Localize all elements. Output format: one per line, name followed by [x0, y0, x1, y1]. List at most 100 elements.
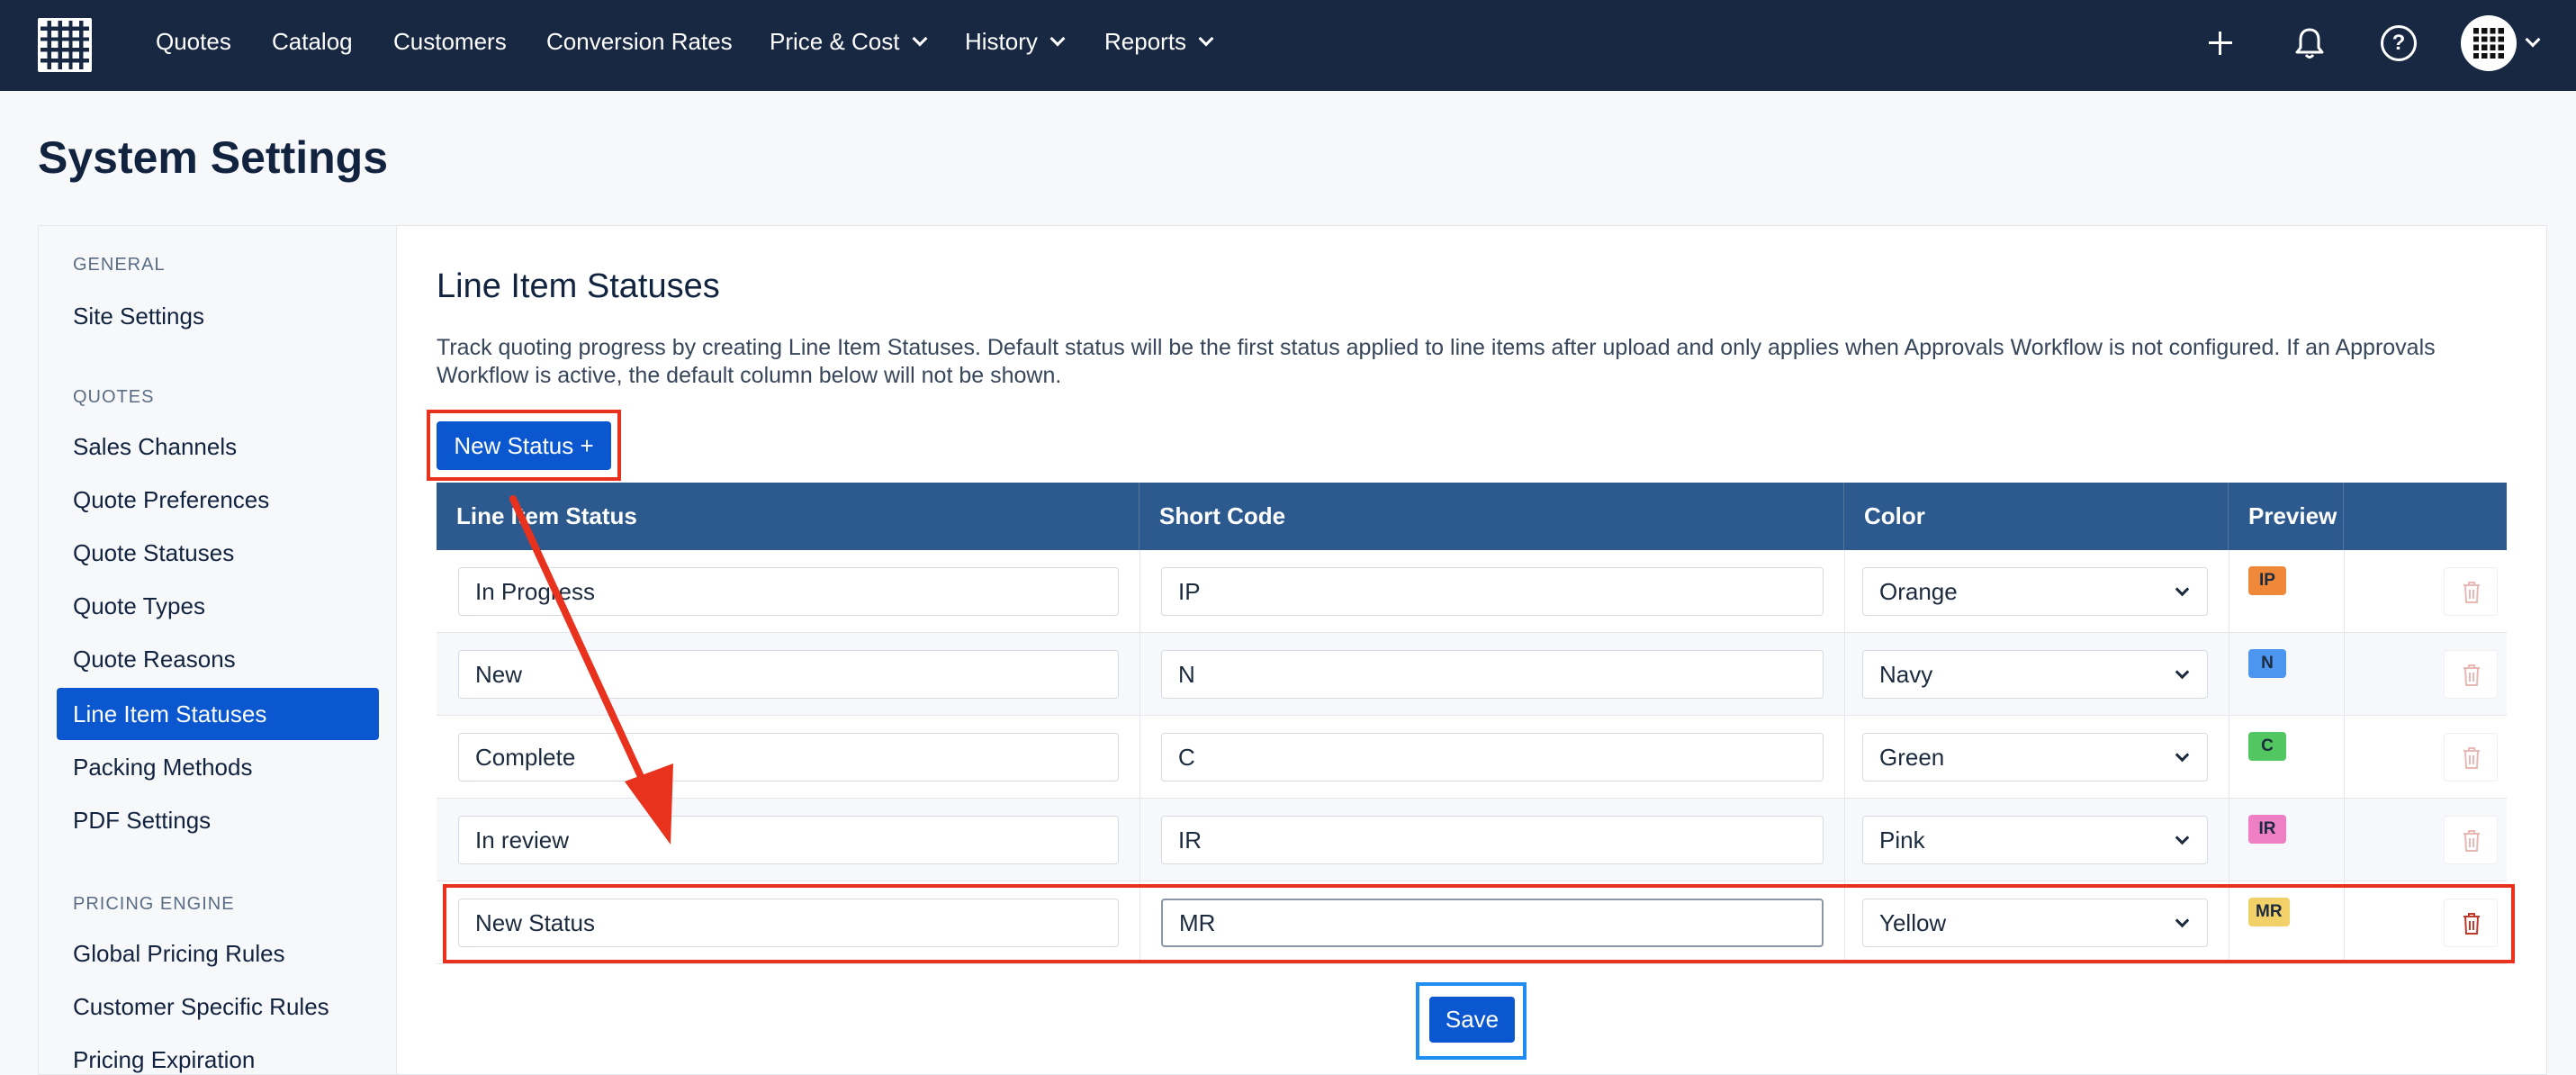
cell-divider — [2344, 633, 2345, 716]
avatar-grid-icon — [2473, 28, 2504, 59]
nav-reports[interactable]: Reports — [1104, 0, 1214, 91]
chevron-down-icon — [2175, 747, 2190, 763]
sidebar-section-pricing-engine: PRICING ENGINE — [73, 894, 235, 914]
short-code-input[interactable] — [1161, 816, 1824, 864]
status-preview-badge: IP — [2248, 566, 2286, 595]
sidebar-item-quote-types[interactable]: Quote Types — [57, 580, 379, 632]
sidebar-item-quote-preferences[interactable]: Quote Preferences — [57, 474, 379, 526]
color-select[interactable]: Navy — [1862, 650, 2208, 699]
section-title: Line Item Statuses — [437, 267, 720, 305]
top-navigation-bar: Quotes Catalog Customers Conversion Rate… — [0, 0, 2576, 91]
cell-divider — [1139, 799, 1140, 881]
help-icon[interactable]: ? — [2381, 25, 2417, 61]
table-row: Navy N — [437, 633, 2507, 716]
settings-sidebar: GENERAL Site Settings QUOTES Sales Chann… — [38, 225, 396, 1075]
sidebar-section-general: GENERAL — [73, 255, 166, 275]
delete-button[interactable] — [2444, 567, 2498, 616]
nav-catalog[interactable]: Catalog — [272, 0, 353, 91]
column-header-preview: Preview — [2229, 483, 2344, 550]
column-header-actions — [2344, 483, 2507, 550]
table-row: Pink IR — [437, 799, 2507, 881]
trash-icon — [2463, 830, 2480, 852]
color-select-value: Pink — [1879, 827, 1925, 854]
color-select[interactable]: Pink — [1862, 816, 2208, 864]
cell-divider — [2344, 550, 2345, 633]
sidebar-item-global-pricing-rules[interactable]: Global Pricing Rules — [57, 927, 379, 980]
nav-conversion-rates-label: Conversion Rates — [546, 28, 733, 55]
sidebar-item-site-settings[interactable]: Site Settings — [57, 290, 379, 342]
nav-customers-label: Customers — [393, 28, 507, 55]
sidebar-section-quotes: QUOTES — [73, 387, 155, 407]
cell-divider — [1844, 799, 1845, 881]
bell-icon[interactable] — [2292, 25, 2328, 61]
color-select-value: Green — [1879, 744, 1945, 771]
chevron-down-icon — [912, 31, 927, 47]
cell-divider — [1844, 716, 1845, 799]
cell-divider — [1139, 550, 1140, 633]
status-preview-badge: IR — [2248, 815, 2286, 844]
status-preview-badge: N — [2248, 649, 2286, 678]
cell-divider — [1139, 633, 1140, 716]
sidebar-item-pricing-expiration[interactable]: Pricing Expiration — [57, 1034, 379, 1075]
cell-divider — [2344, 799, 2345, 881]
nav-conversion-rates[interactable]: Conversion Rates — [546, 0, 733, 91]
sidebar-item-packing-methods[interactable]: Packing Methods — [57, 741, 379, 793]
sidebar-item-quote-reasons[interactable]: Quote Reasons — [57, 633, 379, 685]
column-header-color: Color — [1844, 483, 2229, 550]
status-name-input[interactable] — [458, 816, 1119, 864]
nav-price-cost-label: Price & Cost — [770, 28, 900, 55]
nav-catalog-label: Catalog — [272, 28, 353, 55]
table-row: Orange IP — [437, 550, 2507, 633]
trash-icon — [2463, 664, 2480, 686]
color-select-value: Orange — [1879, 578, 1958, 605]
delete-button[interactable] — [2444, 816, 2498, 864]
chevron-down-icon[interactable] — [2525, 32, 2541, 48]
annotation-highlight-new-row — [443, 884, 2515, 963]
sidebar-item-customer-specific-rules[interactable]: Customer Specific Rules — [57, 980, 379, 1033]
short-code-input[interactable] — [1161, 567, 1824, 616]
nav-quotes-label: Quotes — [156, 28, 231, 55]
delete-button[interactable] — [2444, 733, 2498, 781]
trash-icon — [2463, 747, 2480, 769]
sidebar-item-pdf-settings[interactable]: PDF Settings — [57, 794, 379, 846]
nav-history[interactable]: History — [965, 0, 1066, 91]
table-row: Green C — [437, 716, 2507, 799]
annotation-highlight-save-button — [1416, 982, 1527, 1060]
status-preview-badge: C — [2248, 732, 2286, 761]
plus-icon[interactable] — [2207, 30, 2234, 57]
column-header-short-code: Short Code — [1139, 483, 1844, 550]
nav-history-label: History — [965, 28, 1038, 55]
chevron-down-icon — [1198, 31, 1214, 47]
nav-reports-label: Reports — [1104, 28, 1187, 55]
chevron-down-icon — [1049, 31, 1066, 47]
status-name-input[interactable] — [458, 567, 1119, 616]
trash-icon — [2463, 582, 2480, 603]
color-select[interactable]: Orange — [1862, 567, 2208, 616]
short-code-input[interactable] — [1161, 650, 1824, 699]
color-select-value: Navy — [1879, 661, 1933, 688]
cell-divider — [1844, 550, 1845, 633]
sidebar-item-line-item-statuses[interactable]: Line Item Statuses — [57, 688, 379, 740]
table-header: Line Item Status Short Code Color Previe… — [437, 483, 2507, 550]
nav-customers[interactable]: Customers — [393, 0, 507, 91]
delete-button[interactable] — [2444, 650, 2498, 699]
short-code-input[interactable] — [1161, 733, 1824, 781]
nav-quotes[interactable]: Quotes — [156, 0, 231, 91]
app-logo-icon[interactable] — [38, 18, 92, 72]
status-name-input[interactable] — [458, 650, 1119, 699]
sidebar-item-sales-channels[interactable]: Sales Channels — [57, 420, 379, 473]
sidebar-item-quote-statuses[interactable]: Quote Statuses — [57, 527, 379, 579]
cell-divider — [1139, 716, 1140, 799]
nav-price-cost[interactable]: Price & Cost — [770, 0, 927, 91]
chevron-down-icon — [2175, 664, 2190, 680]
avatar[interactable] — [2461, 15, 2517, 71]
cell-divider — [1844, 633, 1845, 716]
chevron-down-icon — [2175, 830, 2190, 845]
status-name-input[interactable] — [458, 733, 1119, 781]
column-header-line-item-status: Line Item Status — [437, 483, 1139, 550]
section-description: Track quoting progress by creating Line … — [437, 335, 2436, 388]
annotation-highlight-new-status-button — [427, 410, 621, 481]
chevron-down-icon — [2175, 582, 2190, 597]
page-title: System Settings — [38, 132, 389, 183]
color-select[interactable]: Green — [1862, 733, 2208, 781]
